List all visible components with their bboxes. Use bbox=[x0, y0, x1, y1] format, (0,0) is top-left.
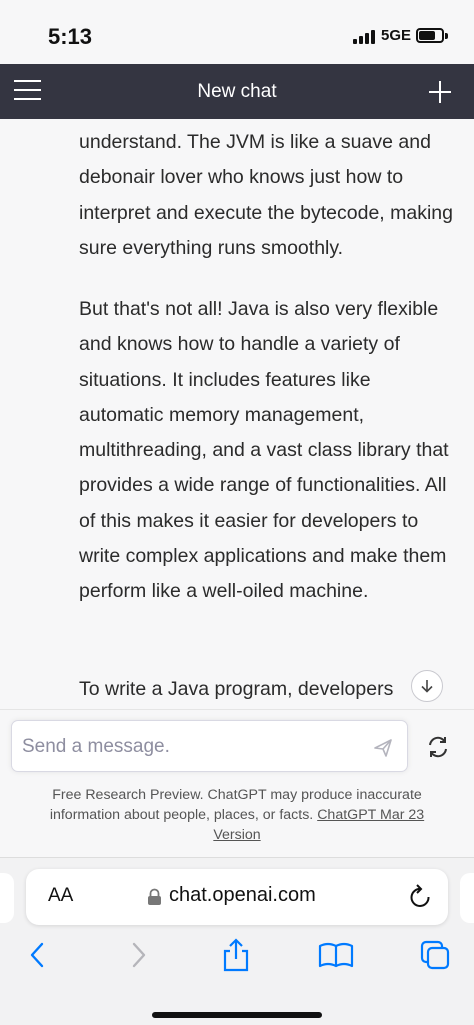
next-tab-peek[interactable] bbox=[460, 873, 474, 923]
share-button[interactable] bbox=[219, 938, 253, 972]
reload-icon bbox=[410, 884, 430, 907]
message-input[interactable] bbox=[22, 733, 362, 761]
conversation-area[interactable]: understand. The JVM is like a suave and … bbox=[0, 119, 474, 709]
refresh-icon bbox=[429, 736, 447, 758]
status-time: 5:13 bbox=[48, 24, 93, 49]
tabs-icon bbox=[420, 940, 450, 970]
chat-title: New chat bbox=[197, 81, 277, 102]
chat-header: New chat bbox=[0, 64, 474, 119]
plus-icon bbox=[429, 81, 451, 103]
tabs-button[interactable] bbox=[418, 938, 452, 972]
share-icon bbox=[223, 938, 249, 972]
network-type-label: 5GE bbox=[381, 27, 412, 44]
reload-button[interactable] bbox=[408, 884, 432, 910]
arrow-down-icon bbox=[421, 680, 433, 693]
send-icon bbox=[374, 739, 392, 757]
new-chat-button[interactable] bbox=[428, 72, 452, 111]
chevron-left-icon bbox=[30, 942, 44, 968]
browser-toolbar: AA chat.openai.com bbox=[0, 857, 474, 1025]
battery-tip bbox=[445, 33, 448, 39]
status-bar: 5:13 5GE bbox=[0, 0, 474, 64]
forward-button[interactable] bbox=[120, 938, 154, 972]
disclaimer: Free Research Preview. ChatGPT may produ… bbox=[30, 785, 444, 845]
message-input-box bbox=[11, 720, 408, 772]
battery-icon bbox=[416, 28, 444, 43]
send-button[interactable] bbox=[372, 737, 394, 759]
regenerate-button[interactable] bbox=[425, 734, 451, 760]
scroll-to-bottom-button[interactable] bbox=[411, 670, 443, 702]
page-settings-button[interactable]: AA bbox=[48, 885, 73, 907]
lock-icon bbox=[148, 888, 161, 905]
bookmarks-button[interactable] bbox=[318, 938, 354, 972]
home-indicator bbox=[152, 1012, 322, 1018]
previous-tab-peek[interactable] bbox=[0, 873, 14, 923]
back-button[interactable] bbox=[22, 938, 56, 972]
assistant-message-paragraph: understand. The JVM is like a suave and … bbox=[79, 131, 453, 259]
url-text[interactable]: chat.openai.com bbox=[169, 884, 316, 907]
assistant-message-paragraph: But that's not all! Java is also very fl… bbox=[79, 298, 449, 603]
address-bar[interactable]: AA chat.openai.com bbox=[26, 869, 448, 925]
assistant-message-paragraph: To write a Java program, developers bbox=[79, 678, 394, 700]
signal-strength-icon bbox=[353, 30, 375, 44]
book-icon bbox=[318, 942, 354, 968]
chevron-right-icon bbox=[132, 942, 146, 968]
composer: Free Research Preview. ChatGPT may produ… bbox=[0, 709, 474, 857]
